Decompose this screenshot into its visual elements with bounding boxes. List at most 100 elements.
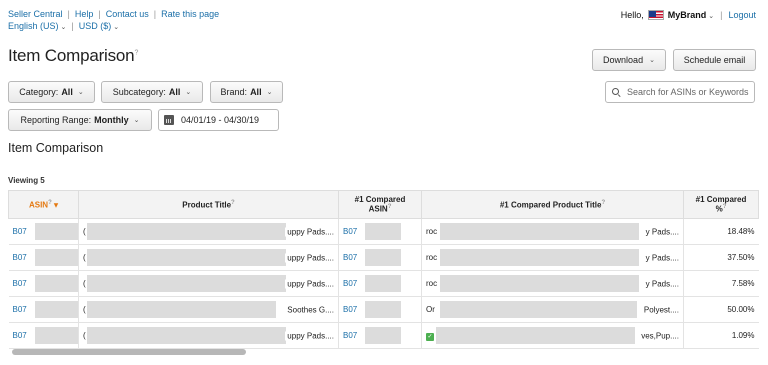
reporting-range-value: Monthly [94,115,129,125]
compared-asin-cell[interactable]: B07 [338,322,422,349]
divider: | [98,9,101,19]
locale-links: English (US) ⌄ | USD ($) ⌄ [8,21,119,31]
asin-cell[interactable]: B07 [8,296,79,323]
download-button[interactable]: Download ⌄ [592,49,666,71]
calendar-icon [164,115,174,125]
asin-cell[interactable]: B07 [8,270,79,297]
table-row: B07 (uppy Pads.... B07 roc y Pads.... 37.… [8,244,759,271]
reporting-range-label: Reporting Range: [20,115,92,125]
currency-selector[interactable]: USD ($) ⌄ [79,21,119,31]
redacted-block [365,223,401,240]
brand-selector[interactable]: MyBrand ⌄ [668,10,714,20]
asin-cell[interactable]: B07 [8,322,79,349]
compared-asin-header-line2: ASIN [368,204,388,214]
redacted-block [365,301,401,318]
redacted-block [440,223,639,240]
contact-us-link[interactable]: Contact us [106,9,149,19]
compared-asin-cell[interactable]: B07 [338,296,422,323]
comparison-table: ASIN? ▾ Product Title? #1 Compared ASIN? … [8,190,759,349]
redacted-block [365,327,401,344]
logout-link[interactable]: Logout [728,10,756,20]
brand-name: MyBrand [667,10,707,20]
product-title-cell: (uppy Pads.... [78,270,339,297]
compared-asin-cell[interactable]: B07 [338,244,422,271]
product-title-cell: (Soothes G.... [78,296,339,323]
product-title-tail: Soothes G.... [285,305,334,314]
compared-title-tail: y Pads.... [643,253,679,262]
compared-title-tail: y Pads.... [643,279,679,288]
redacted-block [87,249,286,266]
compared-title-cell: roc y Pads.... [421,244,684,271]
date-range-picker[interactable]: 04/01/19 - 04/30/19 [158,109,279,131]
search-icon [612,87,621,97]
checkmark-icon: ✓ [426,332,434,341]
compared-pct-header-line1: #1 Compared [695,195,747,205]
schedule-email-button[interactable]: Schedule email [673,49,756,71]
info-icon: ? [722,204,727,211]
product-title-lead: ( [83,331,86,340]
product-title-tail: uppy Pads.... [285,227,334,236]
greeting: Hello, [620,10,644,20]
rate-page-link[interactable]: Rate this page [161,9,219,19]
redacted-block [365,249,401,266]
category-value: All [61,87,73,97]
compared-title-lead: Or [426,305,435,314]
brand-label: Brand: [220,87,248,97]
column-header-compared-pct[interactable]: #1 Compared%? [683,190,759,219]
brand-value: All [250,87,262,97]
subcategory-value: All [168,87,181,97]
compared-title-cell: roc y Pads.... [421,270,684,297]
chevron-down-icon: ⌄ [708,13,715,20]
compared-asin-value: B07 [343,331,358,340]
brand-filter[interactable]: Brand: All ⌄ [210,81,283,103]
compared-asin-cell[interactable]: B07 [338,218,422,245]
asin-cell[interactable]: B07 [8,244,79,271]
asin-cell[interactable]: B07 [8,218,79,245]
viewing-count: Viewing 5 [8,176,45,185]
redacted-block [87,223,286,240]
subcategory-label: Subcategory: [112,87,166,97]
page-title-text: Item Comparison [8,46,135,65]
compared-title-tail: y Pads.... [643,227,679,236]
search-input[interactable]: Search for ASINs or Keywords [605,81,755,103]
redacted-block [87,301,276,318]
column-header-compared-asin[interactable]: #1 Compared ASIN? [338,190,422,219]
compared-title-header-label: #1 Compared Product Title [499,200,602,210]
product-title-lead: ( [83,253,86,262]
compared-asin-cell[interactable]: B07 [338,270,422,297]
compared-pct-header-line2: % [715,204,723,214]
table-row: B07 (uppy Pads.... B07 roc y Pads.... 7.5… [8,270,759,297]
product-title-cell: (uppy Pads.... [78,218,339,245]
redacted-block [34,327,78,344]
divider: | [67,9,70,19]
chevron-down-icon: ⌄ [113,24,120,31]
search-placeholder: Search for ASINs or Keywords [627,87,749,97]
category-label: Category: [19,87,59,97]
redacted-block [440,275,639,292]
divider: | [153,9,157,19]
help-link[interactable]: Help [75,9,94,19]
category-filter[interactable]: Category: All ⌄ [8,81,95,103]
subcategory-filter[interactable]: Subcategory: All ⌄ [101,81,203,103]
column-header-product-title[interactable]: Product Title? [78,190,339,219]
horizontal-scrollbar[interactable] [12,349,246,355]
asin-value: B07 [12,305,27,314]
compared-title-lead: roc [426,279,438,288]
sort-desc-icon[interactable]: ▾ [54,200,58,209]
redacted-block [436,327,635,344]
language-selector[interactable]: English (US) ⌄ [8,21,66,31]
chevron-down-icon: ⌄ [77,89,84,96]
reporting-range-filter[interactable]: Reporting Range: Monthly ⌄ [8,109,152,131]
compared-title-lead: roc [426,253,438,262]
asin-value: B07 [12,253,27,262]
compared-asin-value: B07 [343,279,358,288]
compared-title-cell: ✓ ves,Pup.... [421,322,684,349]
column-header-asin[interactable]: ASIN? ▾ [8,190,79,219]
redacted-block [365,275,401,292]
column-header-compared-title[interactable]: #1 Compared Product Title? [421,190,684,219]
compared-asin-header-line1: #1 Compared [354,195,406,205]
info-icon[interactable]: ? [134,49,138,56]
currency-label: USD ($) [78,21,112,31]
us-flag-icon [647,10,664,20]
seller-central-link[interactable]: Seller Central [8,9,63,19]
